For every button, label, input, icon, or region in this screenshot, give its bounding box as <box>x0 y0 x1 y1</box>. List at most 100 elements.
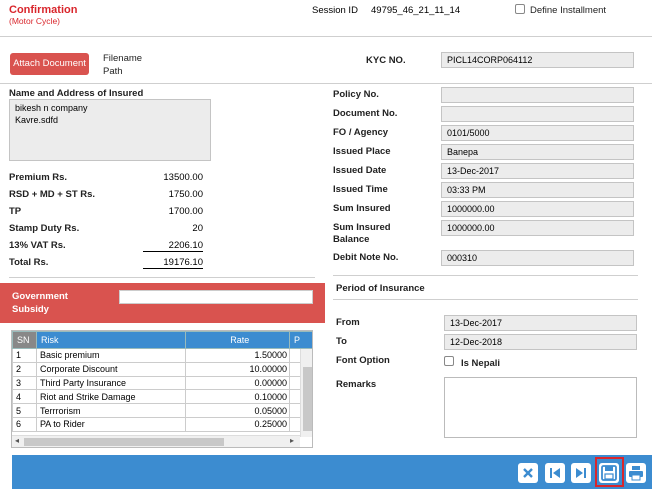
cell-risk: Third Party Insurance <box>35 375 187 391</box>
header-divider <box>0 36 652 37</box>
table-row[interactable]: 1 Basic premium 1.50000 <box>12 348 312 363</box>
sum-insured-balance-label: Sum Insured Balance <box>333 222 391 245</box>
is-nepali-checkbox[interactable] <box>444 356 454 366</box>
issued-place-field[interactable]: Banepa <box>441 144 634 160</box>
cell-risk: Riot and Strike Damage <box>35 389 187 405</box>
amount-value: 1750.00 <box>168 189 203 200</box>
table-row[interactable]: 5 Terrrorism 0.05000 <box>12 403 312 418</box>
scroll-left-icon[interactable]: ◂ <box>15 436 19 445</box>
amount-row: Premium Rs. 13500.00 <box>9 172 209 189</box>
col-rate: Rate <box>185 331 291 349</box>
document-no-field[interactable] <box>441 106 634 122</box>
period-title: Period of Insurance <box>336 283 425 294</box>
vertical-scroll-thumb[interactable] <box>303 367 312 431</box>
insured-address-field[interactable]: bikesh n company Kavre.sdfd <box>9 99 211 161</box>
last-record-button[interactable] <box>571 463 591 483</box>
remarks-textarea[interactable] <box>444 377 637 438</box>
issued-time-label: Issued Time <box>333 184 388 195</box>
horizontal-scrollbar[interactable]: ◂ ▸ <box>12 435 300 447</box>
cell-risk: PA to Rider <box>35 416 187 432</box>
risk-table-header: SN Risk Rate P <box>12 331 312 349</box>
amount-row: Total Rs. 19176.10 <box>9 257 209 274</box>
cell-sn: 3 <box>12 375 37 391</box>
amount-row: TP 1700.00 <box>9 206 209 223</box>
issued-date-field[interactable]: 13-Dec-2017 <box>441 163 634 179</box>
amount-label: TP <box>9 206 22 217</box>
col-p: P <box>289 331 312 349</box>
sum-insured-balance-field[interactable]: 1000000.00 <box>441 220 634 236</box>
agency-label: FO / Agency <box>333 127 389 138</box>
horizontal-scroll-thumb[interactable] <box>24 438 224 446</box>
first-record-button[interactable] <box>545 463 565 483</box>
table-row[interactable]: 6 PA to Rider 0.25000 <box>12 416 312 432</box>
cell-risk: Terrrorism <box>35 403 187 418</box>
sum-insured-field[interactable]: 1000000.00 <box>441 201 634 217</box>
sum-insured-label: Sum Insured <box>333 203 391 214</box>
policy-row: Issued Place Banepa <box>333 143 638 162</box>
policy-row: Issued Time 03:33 PM <box>333 181 638 200</box>
cell-sn: 6 <box>12 416 37 432</box>
risk-table-container: SN Risk Rate P 1 Basic premium 1.50000 2 Co… <box>11 330 313 448</box>
amount-row: RSD + MD + ST Rs. 1750.00 <box>9 189 209 206</box>
close-icon <box>523 468 533 478</box>
total-value: 19176.10 <box>143 257 203 269</box>
amount-label: Stamp Duty Rs. <box>9 223 80 234</box>
col-sn: SN <box>12 331 37 349</box>
issued-place-label: Issued Place <box>333 146 391 157</box>
cell-rate: 1.50000 <box>185 348 291 363</box>
policy-no-field[interactable] <box>441 87 634 103</box>
amount-label: Total Rs. <box>9 257 49 268</box>
remarks-label: Remarks <box>336 379 377 390</box>
insured-line-1: bikesh n company <box>15 103 88 113</box>
subsidy-label: Government Subsidy <box>12 291 68 315</box>
table-row[interactable]: 3 Third Party Insurance 0.00000 <box>12 375 312 391</box>
amount-value: 1700.00 <box>168 206 203 217</box>
attach-document-button[interactable]: Attach Document <box>10 53 89 75</box>
policy-row: Sum Insured 1000000.00 <box>333 200 638 219</box>
left-divider <box>9 277 315 278</box>
cell-sn: 1 <box>12 348 37 363</box>
vertical-scrollbar[interactable] <box>300 349 312 437</box>
right-divider <box>333 275 638 276</box>
issued-time-field[interactable]: 03:33 PM <box>441 182 634 198</box>
subsidy-field[interactable] <box>119 290 313 304</box>
scroll-right-icon[interactable]: ▸ <box>290 436 294 445</box>
cell-sn: 4 <box>12 389 37 405</box>
policy-row: Debit Note No. 000310 <box>333 249 638 268</box>
amount-label: 13% VAT Rs. <box>9 240 66 251</box>
policy-block: Policy No. Document No. FO / Agency 0101… <box>333 86 638 268</box>
amount-value: 20 <box>192 223 203 234</box>
from-date-field[interactable]: 13-Dec-2017 <box>444 315 637 331</box>
session-value: 49795_46_21_11_14 <box>371 5 461 16</box>
to-date-field[interactable]: 12-Dec-2018 <box>444 334 637 350</box>
define-installment-label: Define Installment <box>530 5 607 16</box>
table-row[interactable]: 4 Riot and Strike Damage 0.10000 <box>12 389 312 405</box>
first-page-icon <box>550 468 560 478</box>
session-label: Session ID <box>312 5 358 16</box>
cell-rate: 10.00000 <box>185 361 291 377</box>
amount-label: RSD + MD + ST Rs. <box>9 189 96 200</box>
subsidy-panel: Government Subsidy <box>0 283 325 323</box>
amount-value: 13500.00 <box>163 172 203 183</box>
table-row[interactable]: 2 Corporate Discount 10.00000 <box>12 361 312 377</box>
debit-note-field[interactable]: 000310 <box>441 250 634 266</box>
to-label: To <box>336 336 347 347</box>
close-button[interactable] <box>518 463 538 483</box>
page-subtitle: (Motor Cycle) <box>9 16 61 26</box>
filename-label: Filename <box>103 53 143 64</box>
last-page-icon <box>576 468 586 478</box>
attach-divider <box>0 83 652 84</box>
cell-rate: 0.05000 <box>185 403 291 418</box>
insured-line-2: Kavre.sdfd <box>15 115 59 125</box>
print-button[interactable] <box>626 463 646 483</box>
save-button[interactable] <box>599 463 619 483</box>
kyc-field[interactable]: PICL14CORP064112 <box>441 52 634 68</box>
policy-row: Document No. <box>333 105 638 124</box>
agency-field[interactable]: 0101/5000 <box>441 125 634 141</box>
policy-no-label: Policy No. <box>333 89 379 100</box>
cell-sn: 5 <box>12 403 37 418</box>
define-installment-checkbox[interactable] <box>515 4 525 14</box>
cell-risk: Basic premium <box>35 348 187 363</box>
amounts-block: Premium Rs. 13500.00 RSD + MD + ST Rs. 1… <box>9 172 209 274</box>
period-divider <box>333 299 638 300</box>
